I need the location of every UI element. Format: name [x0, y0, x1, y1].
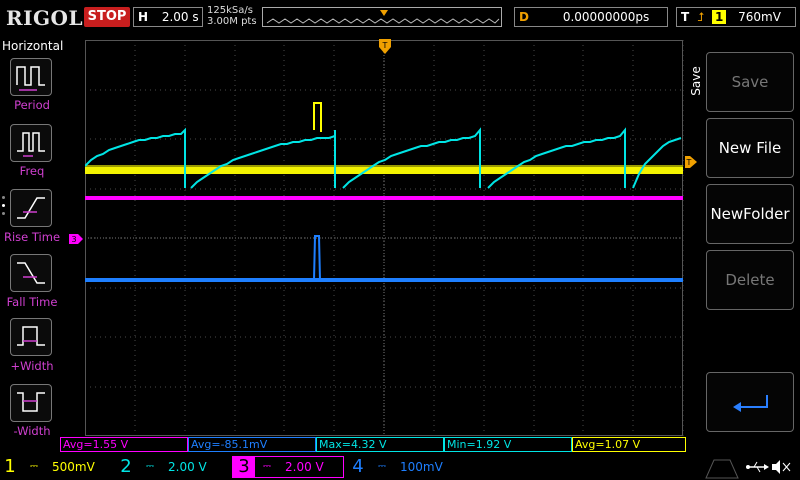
dc-coupling-icon: ⎓	[30, 461, 38, 472]
trigger-readout[interactable]: T ⮥ 1 760mV	[676, 7, 796, 27]
save-button[interactable]: Save	[706, 52, 794, 112]
channel4-status[interactable]: 4 ⎓ 100mV	[348, 456, 460, 478]
delete-button[interactable]: Delete	[706, 250, 794, 310]
rise-time-label: Rise Time	[3, 230, 61, 244]
sampling-info: 125kSa/s 3.00M pts	[207, 5, 257, 27]
return-arrow-icon	[733, 395, 768, 412]
channel1-status[interactable]: 1 ⎓ 500mV	[0, 456, 112, 478]
new-folder-button[interactable]: NewFolder	[706, 184, 794, 244]
fall-time-label: Fall Time	[6, 295, 58, 309]
positive-width-measure-button[interactable]	[10, 318, 52, 356]
save-menu-tab: Save	[686, 40, 706, 140]
period-label: Period	[14, 98, 50, 112]
rising-edge-icon: ⮥	[697, 10, 705, 24]
run-stop-status[interactable]: STOP	[84, 7, 130, 27]
rise-time-measure-button[interactable]	[10, 189, 52, 227]
delay-label: D	[519, 10, 529, 24]
freq-label: Freq	[19, 164, 45, 178]
sample-rate: 125kSa/s	[207, 5, 253, 16]
period-icon	[16, 66, 45, 91]
measurement-2[interactable]: Avg=-85.1mV	[188, 437, 316, 452]
channel3-scale: 2.00 V	[285, 460, 324, 474]
measurement-bar: Avg=1.55 V Avg=-85.1mV Max=4.32 V Min=1.…	[60, 437, 686, 453]
trigger-level-marker[interactable]: T	[684, 155, 698, 169]
channel2-number: 2	[120, 456, 132, 477]
timebase-label: H	[137, 10, 149, 24]
freq-icon	[17, 132, 45, 157]
positive-width-icon	[17, 326, 45, 346]
timebase-value: 2.00 s	[161, 10, 199, 24]
channel4-number: 4	[352, 456, 364, 477]
horizontal-menu-title: Horizontal	[2, 39, 64, 53]
negative-width-icon	[17, 392, 45, 412]
delay-readout[interactable]: D 0.00000000ps	[514, 7, 668, 27]
return-button[interactable]	[706, 372, 794, 432]
svg-text:3: 3	[71, 235, 76, 244]
measurement-3[interactable]: Max=4.32 V	[316, 437, 444, 452]
channel3-status[interactable]: 3 ⎓ 2.00 V	[232, 456, 344, 478]
fall-time-measure-button[interactable]	[10, 254, 52, 292]
brand-logo: RIGOL	[6, 6, 84, 30]
channel3-offset-marker[interactable]: 3	[68, 233, 84, 245]
speaker-muted-icon	[772, 460, 791, 474]
memory-waveform-thumbnail	[266, 10, 500, 24]
positive-width-label: +Width	[10, 359, 54, 373]
usb-icon	[746, 461, 769, 473]
menu-page-indicator	[2, 196, 6, 226]
period-measure-button[interactable]	[10, 58, 52, 96]
timebase-readout[interactable]: H 2.00 s	[133, 7, 203, 27]
freq-measure-button[interactable]	[10, 124, 52, 162]
measurement-1[interactable]: Avg=1.55 V	[60, 437, 188, 452]
negative-width-measure-button[interactable]	[10, 384, 52, 422]
save-menu-title: Save	[689, 66, 703, 96]
memory-overview-bar[interactable]	[262, 7, 502, 27]
fall-time-icon	[17, 262, 45, 284]
dc-coupling-icon: ⎓	[146, 461, 154, 472]
channel4-scale: 100mV	[400, 460, 443, 474]
graticule	[85, 40, 684, 436]
channel1-scale: 500mV	[52, 460, 95, 474]
trigger-time-marker[interactable]: T	[378, 38, 392, 56]
memory-depth: 3.00M pts	[207, 16, 257, 27]
svg-text:T: T	[686, 158, 692, 167]
dc-coupling-icon: ⎓	[378, 461, 386, 472]
channel3-waveform	[85, 196, 683, 200]
dc-coupling-icon: ⎓	[263, 461, 271, 472]
negative-width-label: -Width	[13, 424, 51, 438]
trigger-label: T	[681, 10, 690, 24]
measurement-4[interactable]: Min=1.92 V	[444, 437, 572, 452]
channel1-number: 1	[4, 456, 16, 477]
channel2-scale: 2.00 V	[168, 460, 207, 474]
delay-value: 0.00000000ps	[562, 10, 650, 24]
channel3-number: 3	[233, 456, 255, 478]
trigger-source: 1	[711, 10, 727, 24]
svg-text:T: T	[382, 41, 388, 50]
channel2-status[interactable]: 2 ⎓ 2.00 V	[116, 456, 228, 478]
measurement-5[interactable]: Avg=1.07 V	[572, 437, 686, 452]
new-file-button[interactable]: New File	[706, 118, 794, 178]
status-icons	[705, 459, 791, 479]
panel-icon	[705, 459, 739, 479]
channel2-waveform	[85, 127, 682, 189]
trigger-level: 760mV	[738, 10, 781, 24]
rise-time-icon	[17, 197, 45, 219]
trigger-position-marker	[380, 10, 388, 16]
waveform-display[interactable]	[85, 40, 685, 436]
